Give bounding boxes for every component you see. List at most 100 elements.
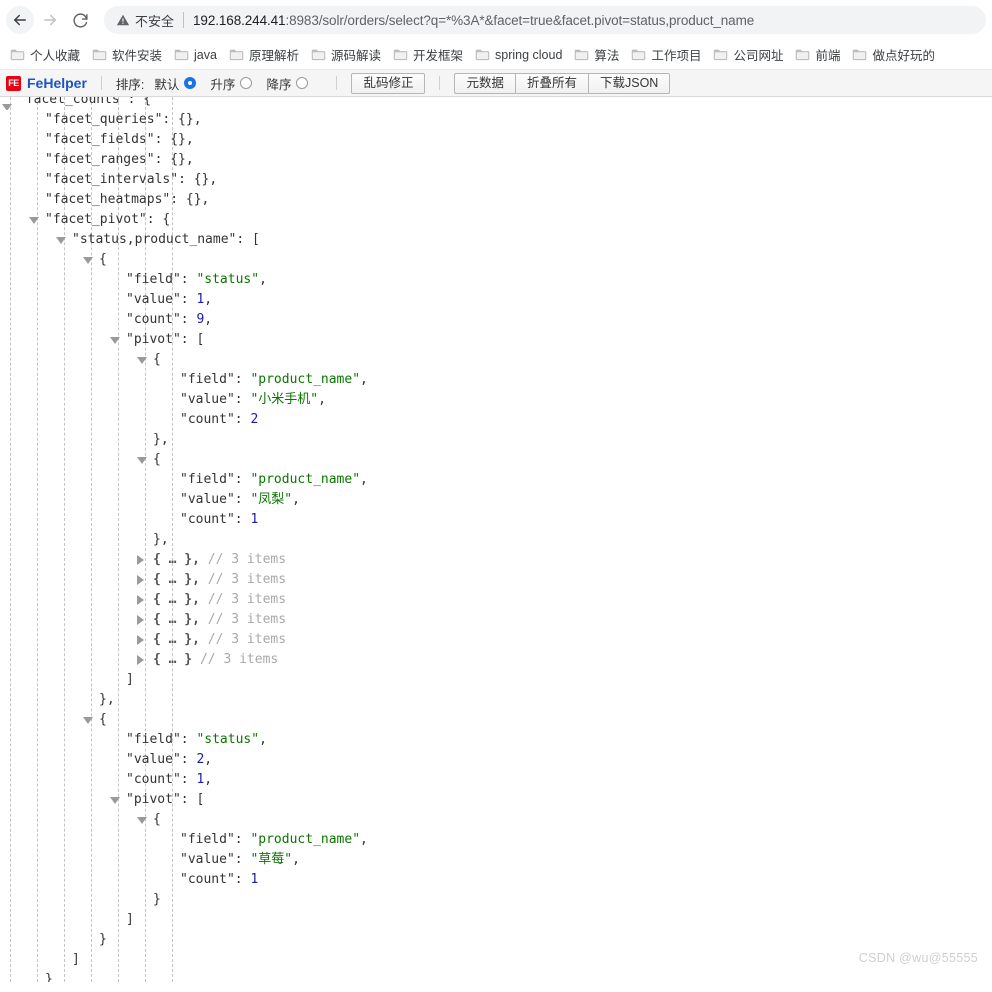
expand-triangle-icon[interactable] bbox=[137, 655, 144, 665]
collapse-triangle-icon[interactable] bbox=[110, 797, 120, 804]
json-line: { bbox=[0, 710, 992, 730]
fehelper-logo-icon: FE bbox=[6, 75, 21, 91]
json-token: , bbox=[204, 752, 213, 767]
json-line-text: "count": 1 bbox=[180, 510, 258, 530]
navigation-bar: 不安全 192.168.244.41:8983/solr/orders/sele… bbox=[0, 0, 992, 40]
json-token: 1 bbox=[250, 512, 259, 527]
json-token: , bbox=[259, 272, 267, 287]
bookmark-item[interactable]: 算法 bbox=[568, 43, 625, 66]
json-line-text: "value": "凤梨", bbox=[180, 490, 300, 510]
json-viewer[interactable]: "facet_counts": {"facet_queries": {}, "fa… bbox=[0, 97, 992, 982]
json-token: { bbox=[153, 812, 161, 827]
json-token: "status,product_name" bbox=[72, 232, 237, 247]
folder-icon bbox=[174, 49, 189, 61]
bookmark-item[interactable]: 前端 bbox=[789, 43, 846, 66]
bookmark-item[interactable]: 原理解析 bbox=[223, 43, 305, 66]
json-token: "小米手机" bbox=[250, 392, 319, 407]
arrow-right-icon bbox=[44, 14, 56, 26]
expand-triangle-icon[interactable] bbox=[137, 595, 144, 605]
bookmark-item[interactable]: 工作项目 bbox=[625, 43, 707, 66]
bookmark-item[interactable]: 个人收藏 bbox=[4, 43, 86, 66]
json-line: { … }, // 3 items bbox=[0, 630, 992, 650]
radio-button[interactable] bbox=[184, 77, 197, 89]
bookmark-item[interactable]: 开发框架 bbox=[387, 43, 469, 66]
action-button-0[interactable]: 元数据 bbox=[454, 72, 516, 94]
json-line-text: "count": 9, bbox=[126, 310, 212, 330]
address-bar[interactable]: 不安全 192.168.244.41:8983/solr/orders/sele… bbox=[104, 6, 986, 34]
security-status-label: 不安全 bbox=[135, 13, 175, 29]
json-line-text: }, bbox=[153, 430, 169, 450]
json-line-text: }, bbox=[99, 690, 115, 710]
json-token: "facet_counts" bbox=[18, 97, 128, 107]
json-line-text: "field": "product_name", bbox=[180, 370, 368, 390]
collapse-triangle-icon[interactable] bbox=[83, 717, 93, 724]
expand-triangle-icon[interactable] bbox=[137, 635, 144, 645]
json-line-text: "facet_fields": {}, bbox=[45, 130, 194, 150]
collapse-triangle-icon[interactable] bbox=[56, 237, 66, 244]
reload-button[interactable] bbox=[66, 6, 94, 34]
bookmark-item[interactable]: 源码解读 bbox=[305, 43, 387, 66]
json-line-text: { … }, // 3 items bbox=[153, 590, 286, 610]
bookmark-item[interactable]: 软件安装 bbox=[86, 43, 168, 66]
json-line: "facet_queries": {}, bbox=[0, 110, 992, 130]
action-button-1[interactable]: 折叠所有 bbox=[514, 72, 589, 94]
bookmark-item[interactable]: 公司网址 bbox=[707, 43, 789, 66]
json-token: : {}, bbox=[162, 112, 202, 127]
json-token: : bbox=[234, 472, 251, 487]
json-token: : { bbox=[127, 97, 152, 107]
json-line-text: "value": "草莓", bbox=[180, 850, 300, 870]
bookmarks-bar: 个人收藏 软件安装 java 原理解析 源码解读 开发框架 spring cloud 算法 工作… bbox=[0, 40, 992, 70]
json-token: : bbox=[180, 272, 197, 287]
json-token: "facet_intervals" bbox=[45, 172, 179, 187]
forward-button[interactable] bbox=[36, 6, 64, 34]
collapse-triangle-icon[interactable] bbox=[137, 357, 147, 364]
expand-triangle-icon[interactable] bbox=[137, 615, 144, 625]
back-button[interactable] bbox=[6, 6, 34, 34]
sort-option-0[interactable]: 默认 bbox=[154, 74, 197, 93]
sort-option-2[interactable]: 降序 bbox=[266, 74, 309, 93]
json-line-text: { bbox=[153, 450, 161, 470]
bookmark-item[interactable]: java bbox=[168, 46, 223, 64]
json-line: { … }, // 3 items bbox=[0, 570, 992, 590]
json-line-text: "value": 1, bbox=[126, 290, 212, 310]
collapse-triangle-icon[interactable] bbox=[137, 457, 147, 464]
json-line: "field": "product_name", bbox=[0, 830, 992, 850]
radio-button[interactable] bbox=[240, 77, 253, 89]
json-line-text: "pivot": [ bbox=[126, 790, 204, 810]
fix-encoding-button[interactable]: 乱码修正 bbox=[351, 72, 426, 94]
json-token: : bbox=[234, 872, 251, 887]
folder-icon bbox=[174, 48, 189, 61]
json-line-text: "facet_intervals": {}, bbox=[45, 170, 217, 190]
json-line: "field": "product_name", bbox=[0, 370, 992, 390]
json-line-text: "pivot": [ bbox=[126, 330, 204, 350]
bookmark-label: 工作项目 bbox=[651, 49, 702, 63]
action-button-2[interactable]: 下载JSON bbox=[588, 72, 671, 94]
expand-triangle-icon[interactable] bbox=[137, 555, 144, 565]
json-line: "facet_ranges": {}, bbox=[0, 150, 992, 170]
json-token: "product_name" bbox=[250, 832, 361, 847]
collapse-triangle-icon[interactable] bbox=[137, 817, 147, 824]
json-token: : bbox=[180, 732, 197, 747]
json-line: "field": "product_name", bbox=[0, 470, 992, 490]
json-token: "pivot" bbox=[126, 792, 181, 807]
sort-option-1[interactable]: 升序 bbox=[210, 74, 253, 93]
collapse-triangle-icon[interactable] bbox=[110, 337, 120, 344]
json-line: "facet_counts": { bbox=[0, 97, 992, 110]
json-token: "facet_pivot" bbox=[45, 212, 147, 227]
collapse-triangle-icon[interactable] bbox=[83, 257, 93, 264]
json-token: { … } bbox=[153, 652, 193, 667]
json-token: } bbox=[153, 892, 161, 907]
bookmark-item[interactable]: 做点好玩的 bbox=[846, 43, 941, 66]
bookmark-item[interactable]: spring cloud bbox=[469, 46, 568, 64]
json-token: , bbox=[292, 492, 300, 507]
json-token: : [ bbox=[236, 232, 260, 247]
collapse-triangle-icon[interactable] bbox=[29, 217, 39, 224]
json-token: : bbox=[234, 372, 251, 387]
json-code-block: "facet_counts": {"facet_queries": {}, "fa… bbox=[0, 97, 992, 982]
radio-button[interactable] bbox=[296, 77, 309, 89]
json-token: "count" bbox=[180, 872, 235, 887]
expand-triangle-icon[interactable] bbox=[137, 575, 144, 585]
json-token: { bbox=[99, 712, 107, 727]
json-line: { bbox=[0, 250, 992, 270]
folder-icon bbox=[796, 49, 810, 61]
